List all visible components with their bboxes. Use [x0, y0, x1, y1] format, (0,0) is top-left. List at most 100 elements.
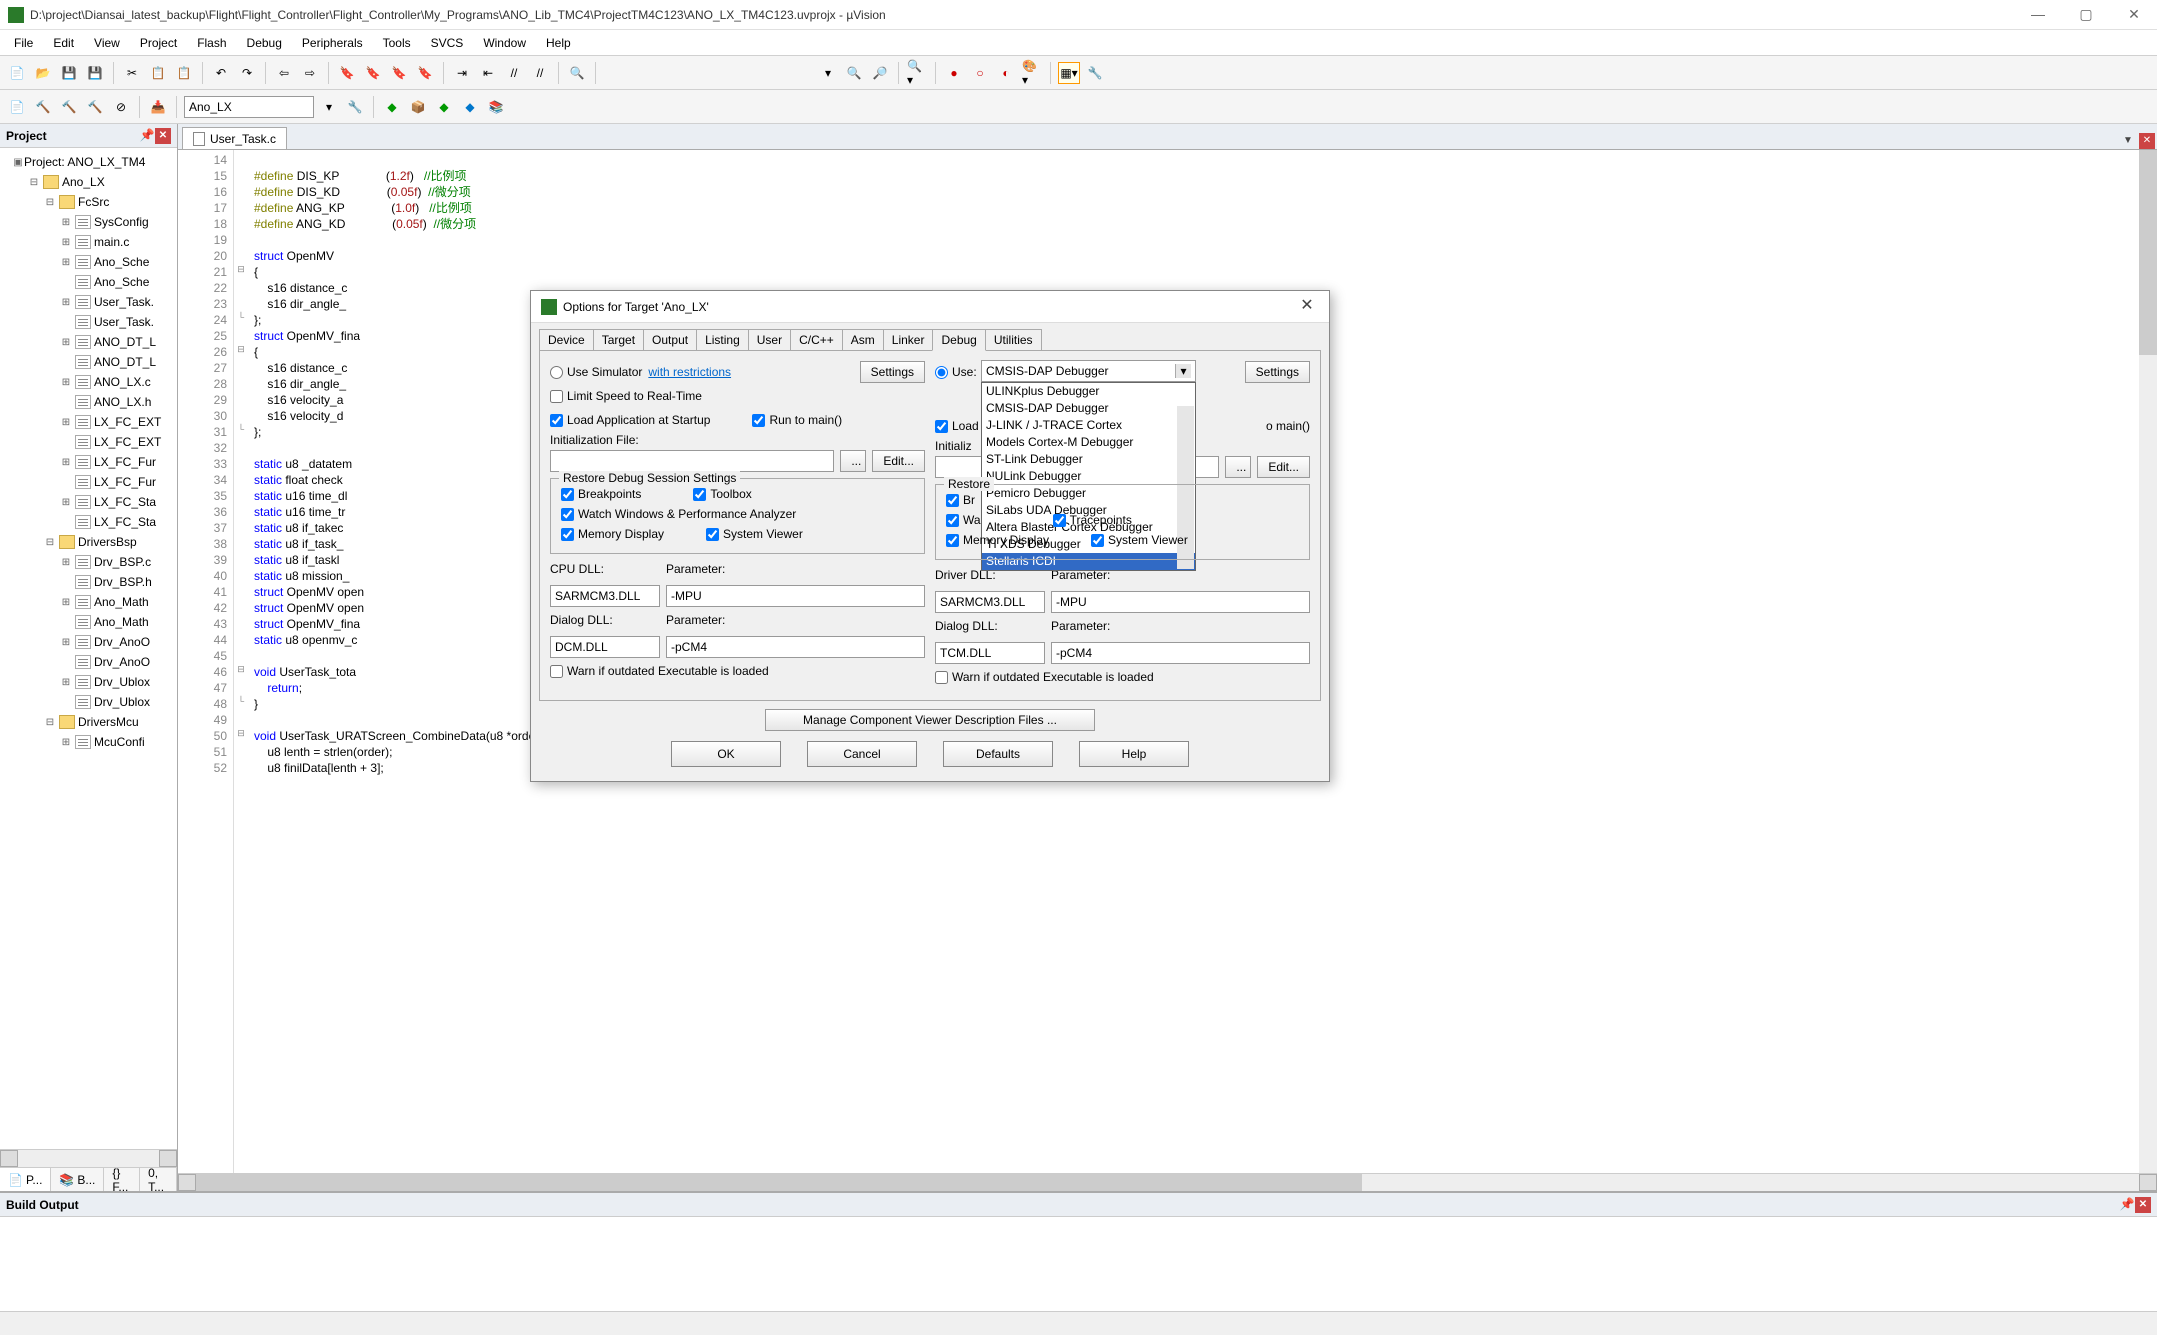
- sim-toolbox-check[interactable]: Toolbox: [693, 487, 751, 501]
- dd-item[interactable]: ULINKplus Debugger: [982, 383, 1195, 400]
- configure-icon[interactable]: 🔧: [1084, 62, 1106, 84]
- close-panel-icon[interactable]: ✕: [2135, 1197, 2151, 1213]
- build-output-body[interactable]: [0, 1217, 2157, 1311]
- tree-target[interactable]: ⊟Ano_LX: [0, 172, 177, 192]
- target-select[interactable]: [184, 96, 314, 118]
- tree-file[interactable]: ⊞User_Task.: [0, 292, 177, 312]
- dbg-tracepoints-check[interactable]: Tracepoints: [1053, 513, 1132, 527]
- editor-hscroll[interactable]: [178, 1173, 2157, 1191]
- menu-help[interactable]: Help: [536, 32, 581, 54]
- dd-item[interactable]: ST-Link Debugger: [982, 451, 1195, 468]
- bookmark-clear-icon[interactable]: 🔖: [414, 62, 436, 84]
- defaults-button[interactable]: Defaults: [943, 741, 1053, 767]
- tree-file[interactable]: ⊞LX_FC_EXT: [0, 412, 177, 432]
- sim-warn-check[interactable]: Warn if outdated Executable is loaded: [550, 664, 769, 678]
- tree-file[interactable]: LX_FC_Sta: [0, 512, 177, 532]
- use-simulator-radio[interactable]: Use Simulator: [550, 365, 642, 379]
- dbg-watch-check[interactable]: Wa: [946, 513, 981, 527]
- sim-cpu-param-input[interactable]: [666, 585, 925, 607]
- sim-run-main-check[interactable]: Run to main(): [752, 413, 842, 427]
- cancel-button[interactable]: Cancel: [807, 741, 917, 767]
- close-window-button[interactable]: ✕: [2119, 6, 2149, 23]
- breakpoint-disable-icon[interactable]: ◐: [995, 62, 1017, 84]
- dd-item[interactable]: J-LINK / J-TRACE Cortex: [982, 417, 1195, 434]
- minimize-button[interactable]: —: [2023, 6, 2053, 23]
- menu-flash[interactable]: Flash: [187, 32, 236, 54]
- tree-file[interactable]: ⊞Drv_BSP.c: [0, 552, 177, 572]
- tab-nav-drop-icon[interactable]: ▼: [2123, 135, 2137, 149]
- find-combo-drop-icon[interactable]: ▾: [817, 62, 839, 84]
- tree-file[interactable]: Drv_Ublox: [0, 692, 177, 712]
- tree-project-root[interactable]: ▣Project: ANO_LX_TM4: [0, 152, 177, 172]
- sim-cpu-dll-input[interactable]: [550, 585, 660, 607]
- find-in-files-icon[interactable]: 🔍: [843, 62, 865, 84]
- tree-file[interactable]: ⊞LX_FC_Sta: [0, 492, 177, 512]
- tab-asm[interactable]: Asm: [842, 329, 884, 350]
- menu-view[interactable]: View: [84, 32, 130, 54]
- tree-file[interactable]: Drv_AnoO: [0, 652, 177, 672]
- target-drop-icon[interactable]: ▾: [318, 96, 340, 118]
- translate-icon[interactable]: 📄: [6, 96, 28, 118]
- tree-file[interactable]: ANO_DT_L: [0, 352, 177, 372]
- use-debugger-radio[interactable]: Use:: [935, 365, 977, 379]
- manage-component-viewer-button[interactable]: Manage Component Viewer Description File…: [765, 709, 1095, 731]
- tree-file[interactable]: ⊞Ano_Math: [0, 592, 177, 612]
- sim-load-app-check[interactable]: Load Application at Startup: [550, 413, 710, 427]
- tab-listing[interactable]: Listing: [696, 329, 749, 350]
- batch-build-icon[interactable]: 🔨: [84, 96, 106, 118]
- reload-packs-icon[interactable]: ◆: [459, 96, 481, 118]
- tree-file[interactable]: ⊞Drv_AnoO: [0, 632, 177, 652]
- restrictions-link[interactable]: with restrictions: [648, 365, 731, 379]
- tree-file[interactable]: ⊞SysConfig: [0, 212, 177, 232]
- bookmark-icon[interactable]: 🔖: [336, 62, 358, 84]
- paste-icon[interactable]: 📋: [173, 62, 195, 84]
- project-hscroll[interactable]: [0, 1149, 177, 1167]
- outdent-icon[interactable]: ⇤: [477, 62, 499, 84]
- scroll-right-icon[interactable]: [2139, 1174, 2157, 1191]
- scroll-left-icon[interactable]: [0, 1150, 18, 1167]
- window-layout-icon[interactable]: ▦▾: [1058, 62, 1080, 84]
- tree-file[interactable]: Drv_BSP.h: [0, 572, 177, 592]
- tab-utilities[interactable]: Utilities: [985, 329, 1042, 350]
- uncomment-icon[interactable]: //: [529, 62, 551, 84]
- close-editor-tab-icon[interactable]: ✕: [2139, 133, 2155, 149]
- copy-icon[interactable]: 📋: [147, 62, 169, 84]
- scroll-left-icon[interactable]: [178, 1174, 196, 1191]
- tree-file[interactable]: ⊞Drv_Ublox: [0, 672, 177, 692]
- tab-templates[interactable]: 0, T...: [140, 1168, 177, 1191]
- tree-file[interactable]: ANO_LX.h: [0, 392, 177, 412]
- manage-rte-icon[interactable]: ◆: [381, 96, 403, 118]
- tree-group-driversmcu[interactable]: ⊟DriversMcu: [0, 712, 177, 732]
- menu-edit[interactable]: Edit: [43, 32, 84, 54]
- project-tree[interactable]: ▣Project: ANO_LX_TM4 ⊟Ano_LX ⊟FcSrc ⊞Sys…: [0, 148, 177, 1149]
- undo-icon[interactable]: ↶: [210, 62, 232, 84]
- tab-linker[interactable]: Linker: [883, 329, 934, 350]
- tree-file[interactable]: Ano_Math: [0, 612, 177, 632]
- open-file-icon[interactable]: 📂: [32, 62, 54, 84]
- dbg-warn-check[interactable]: Warn if outdated Executable is loaded: [935, 670, 1154, 684]
- dialog-titlebar[interactable]: Options for Target 'Ano_LX' ✕: [531, 291, 1329, 323]
- sim-init-edit-button[interactable]: Edit...: [872, 450, 925, 472]
- bookmark-prev-icon[interactable]: 🔖: [362, 62, 384, 84]
- close-panel-icon[interactable]: ✕: [155, 128, 171, 144]
- tab-debug[interactable]: Debug: [932, 329, 985, 351]
- fold-column[interactable]: ⊟└⊟└⊟└⊟: [234, 150, 248, 1173]
- sim-settings-button[interactable]: Settings: [860, 361, 925, 383]
- help-button[interactable]: Help: [1079, 741, 1189, 767]
- dbg-init-browse-button[interactable]: ...: [1225, 456, 1251, 478]
- sim-dialog-param-input[interactable]: [666, 636, 925, 658]
- comment-icon[interactable]: //: [503, 62, 525, 84]
- cut-icon[interactable]: ✂: [121, 62, 143, 84]
- tab-target[interactable]: Target: [593, 329, 644, 350]
- pin-icon[interactable]: 📌: [2119, 1197, 2135, 1213]
- menu-svcs[interactable]: SVCS: [421, 32, 474, 54]
- menu-tools[interactable]: Tools: [373, 32, 421, 54]
- redo-icon[interactable]: ↷: [236, 62, 258, 84]
- tree-file[interactable]: ⊞McuConfi: [0, 732, 177, 752]
- dbg-settings-button[interactable]: Settings: [1245, 361, 1310, 383]
- tree-file[interactable]: ⊞Ano_Sche: [0, 252, 177, 272]
- breakpoint-enable-icon[interactable]: ○: [969, 62, 991, 84]
- debug-start-icon[interactable]: 🔍▾: [906, 62, 928, 84]
- menu-peripherals[interactable]: Peripherals: [292, 32, 373, 54]
- tree-file[interactable]: Ano_Sche: [0, 272, 177, 292]
